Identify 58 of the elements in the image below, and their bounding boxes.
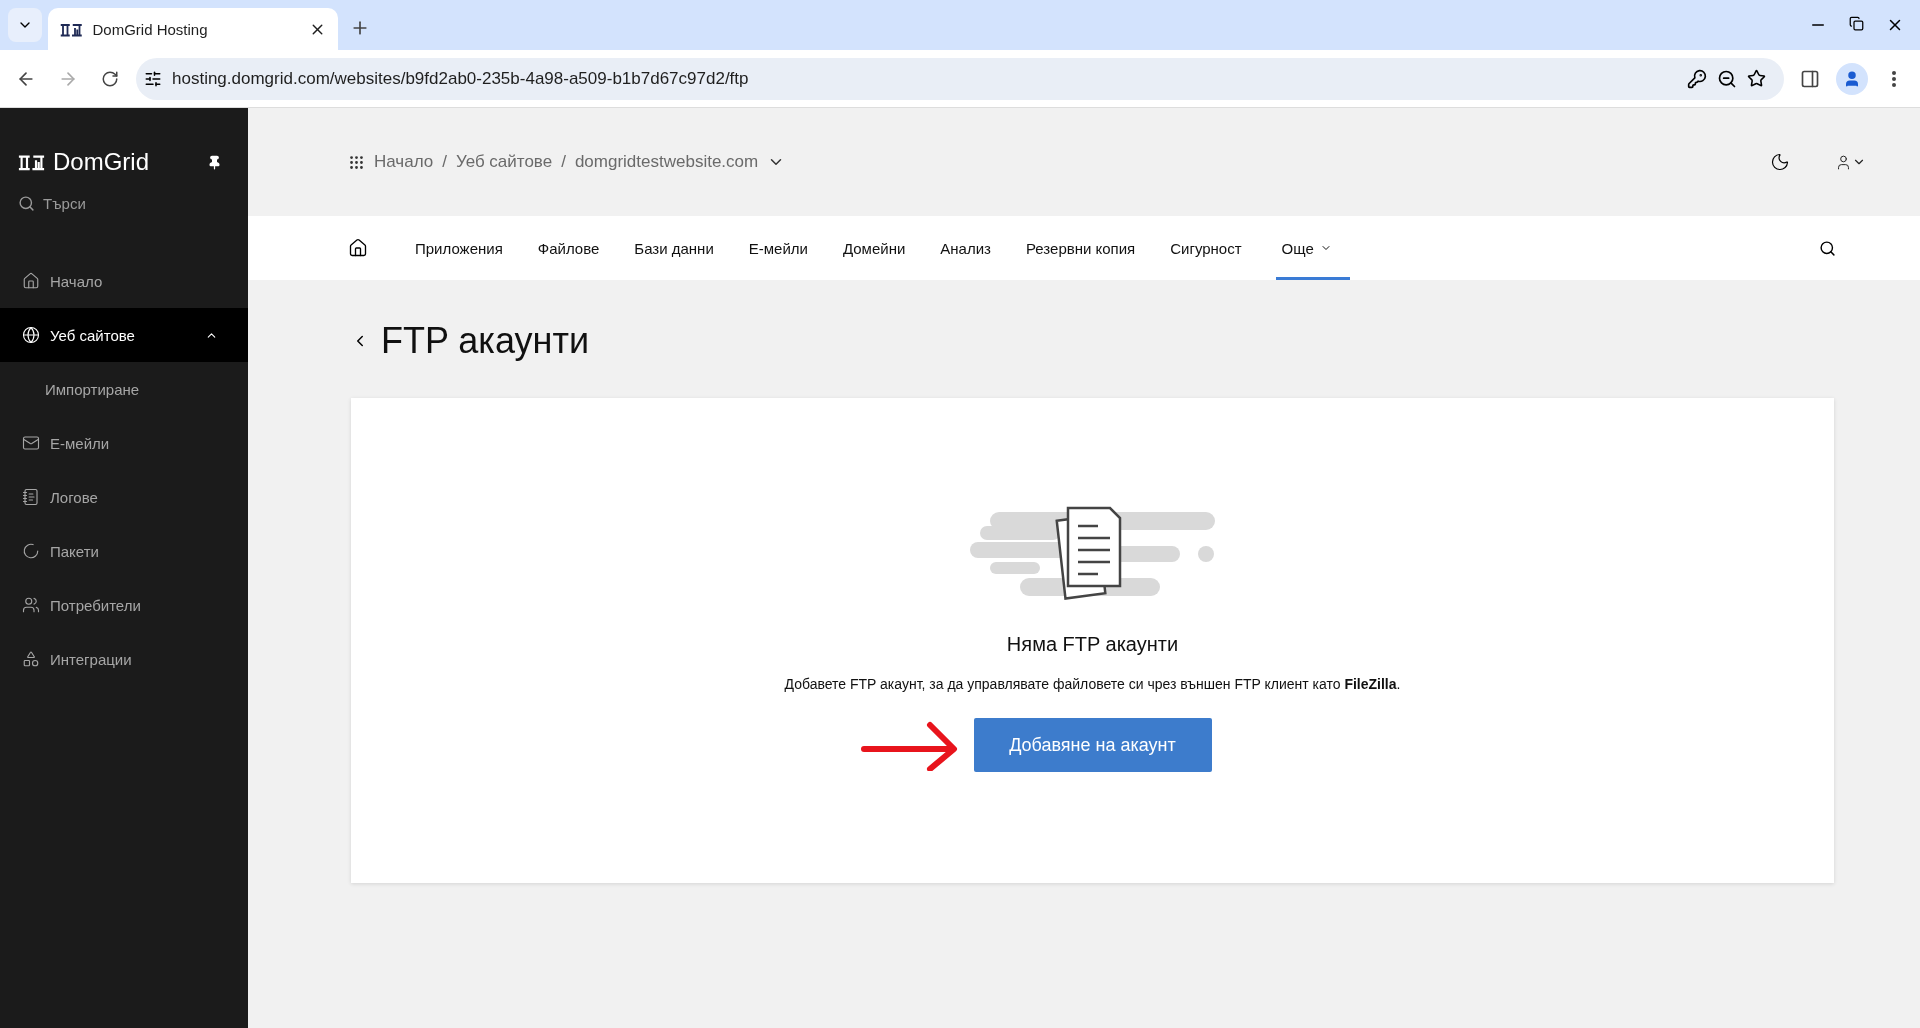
- brand-name: DomGrid: [53, 148, 150, 176]
- shapes-icon: [22, 650, 40, 668]
- mail-icon: [22, 434, 40, 452]
- breadcrumb-link[interactable]: domgridtestwebsite.com: [574, 152, 759, 172]
- globe-icon: [22, 326, 40, 344]
- reload-icon: [101, 69, 119, 88]
- nav-tab[interactable]: Анализ: [934, 216, 997, 280]
- breadcrumb-link[interactable]: Начало: [374, 152, 434, 172]
- zoom-out-icon[interactable]: [1717, 68, 1737, 89]
- grid-dots-icon[interactable]: [348, 153, 365, 171]
- nav-tab[interactable]: Приложения: [409, 216, 509, 280]
- search-field[interactable]: Търси: [0, 182, 248, 224]
- logo-icon: [18, 153, 45, 171]
- add-account-button[interactable]: Добавяне на акаунт: [973, 718, 1212, 772]
- profile-button[interactable]: [1836, 62, 1868, 95]
- pin-icon[interactable]: [207, 154, 222, 170]
- empty-state-title: Няма FTP акаунти: [1006, 633, 1179, 656]
- key-icon[interactable]: [1687, 68, 1707, 89]
- nav-tab[interactable]: Още: [1275, 216, 1350, 280]
- sidebar-item[interactable]: Логове: [0, 470, 248, 524]
- star-icon[interactable]: [1747, 69, 1766, 88]
- nav-tab[interactable]: Сигурност: [1164, 216, 1248, 280]
- users-icon: [22, 596, 40, 614]
- sidebar-subitem[interactable]: Импортиране: [0, 362, 248, 416]
- browser-tab[interactable]: DomGrid Hosting: [48, 8, 338, 50]
- moon-icon[interactable]: [1770, 152, 1790, 172]
- person-icon: [1843, 69, 1861, 88]
- restore-icon[interactable]: [1849, 16, 1864, 31]
- search-icon[interactable]: [1819, 239, 1836, 257]
- notebook-icon: [22, 488, 40, 506]
- nav-tab[interactable]: Файлове: [531, 216, 606, 280]
- sidebar-item[interactable]: Уеб сайтове: [0, 308, 248, 362]
- site-info-icon[interactable]: [144, 69, 162, 88]
- page-title: FTP акаунти: [381, 320, 589, 362]
- url-text: hosting.domgrid.com/websites/b9fd2ab0-235b-4a98-a509-b1b7d67c97d2/ftp: [172, 68, 750, 89]
- sidebar-item[interactable]: Пакети: [0, 524, 248, 578]
- nav-tab[interactable]: Бази данни: [628, 216, 720, 280]
- sidebar-item[interactable]: Интеграции: [0, 632, 248, 686]
- nav-tab[interactable]: Резервни копия: [1019, 216, 1142, 280]
- sidebar-item[interactable]: Потребители: [0, 578, 248, 632]
- sidebar-item[interactable]: Начало: [0, 254, 248, 308]
- favicon-icon: [60, 21, 83, 37]
- home-icon[interactable]: [348, 238, 368, 258]
- arrow-icon: [859, 719, 960, 771]
- breadcrumb-link[interactable]: Уеб сайтове: [455, 152, 553, 172]
- sidebar-item[interactable]: Е-мейли: [0, 416, 248, 470]
- address-bar[interactable]: hosting.domgrid.com/websites/b9fd2ab0-235b-4a98-a509-b1b7d67c97d2/ftp: [136, 57, 1784, 100]
- home-icon: [22, 272, 40, 290]
- breadcrumb-separator: /: [561, 152, 566, 172]
- breadcrumb-separator: /: [442, 152, 447, 172]
- nav-tab[interactable]: Е-мейли: [742, 216, 814, 280]
- tab-list-button[interactable]: [8, 8, 42, 42]
- more-icon: [1892, 70, 1896, 87]
- nav-tab[interactable]: Домейни: [836, 216, 912, 280]
- side-panel-icon: [1800, 68, 1820, 89]
- empty-state-description: Добавете FTP акаунт, за да управлявате файловете си чрез външен FTP клиент като FileZilla.: [784, 676, 1401, 692]
- circle-arc-icon: [22, 542, 40, 560]
- search-icon: [18, 194, 35, 212]
